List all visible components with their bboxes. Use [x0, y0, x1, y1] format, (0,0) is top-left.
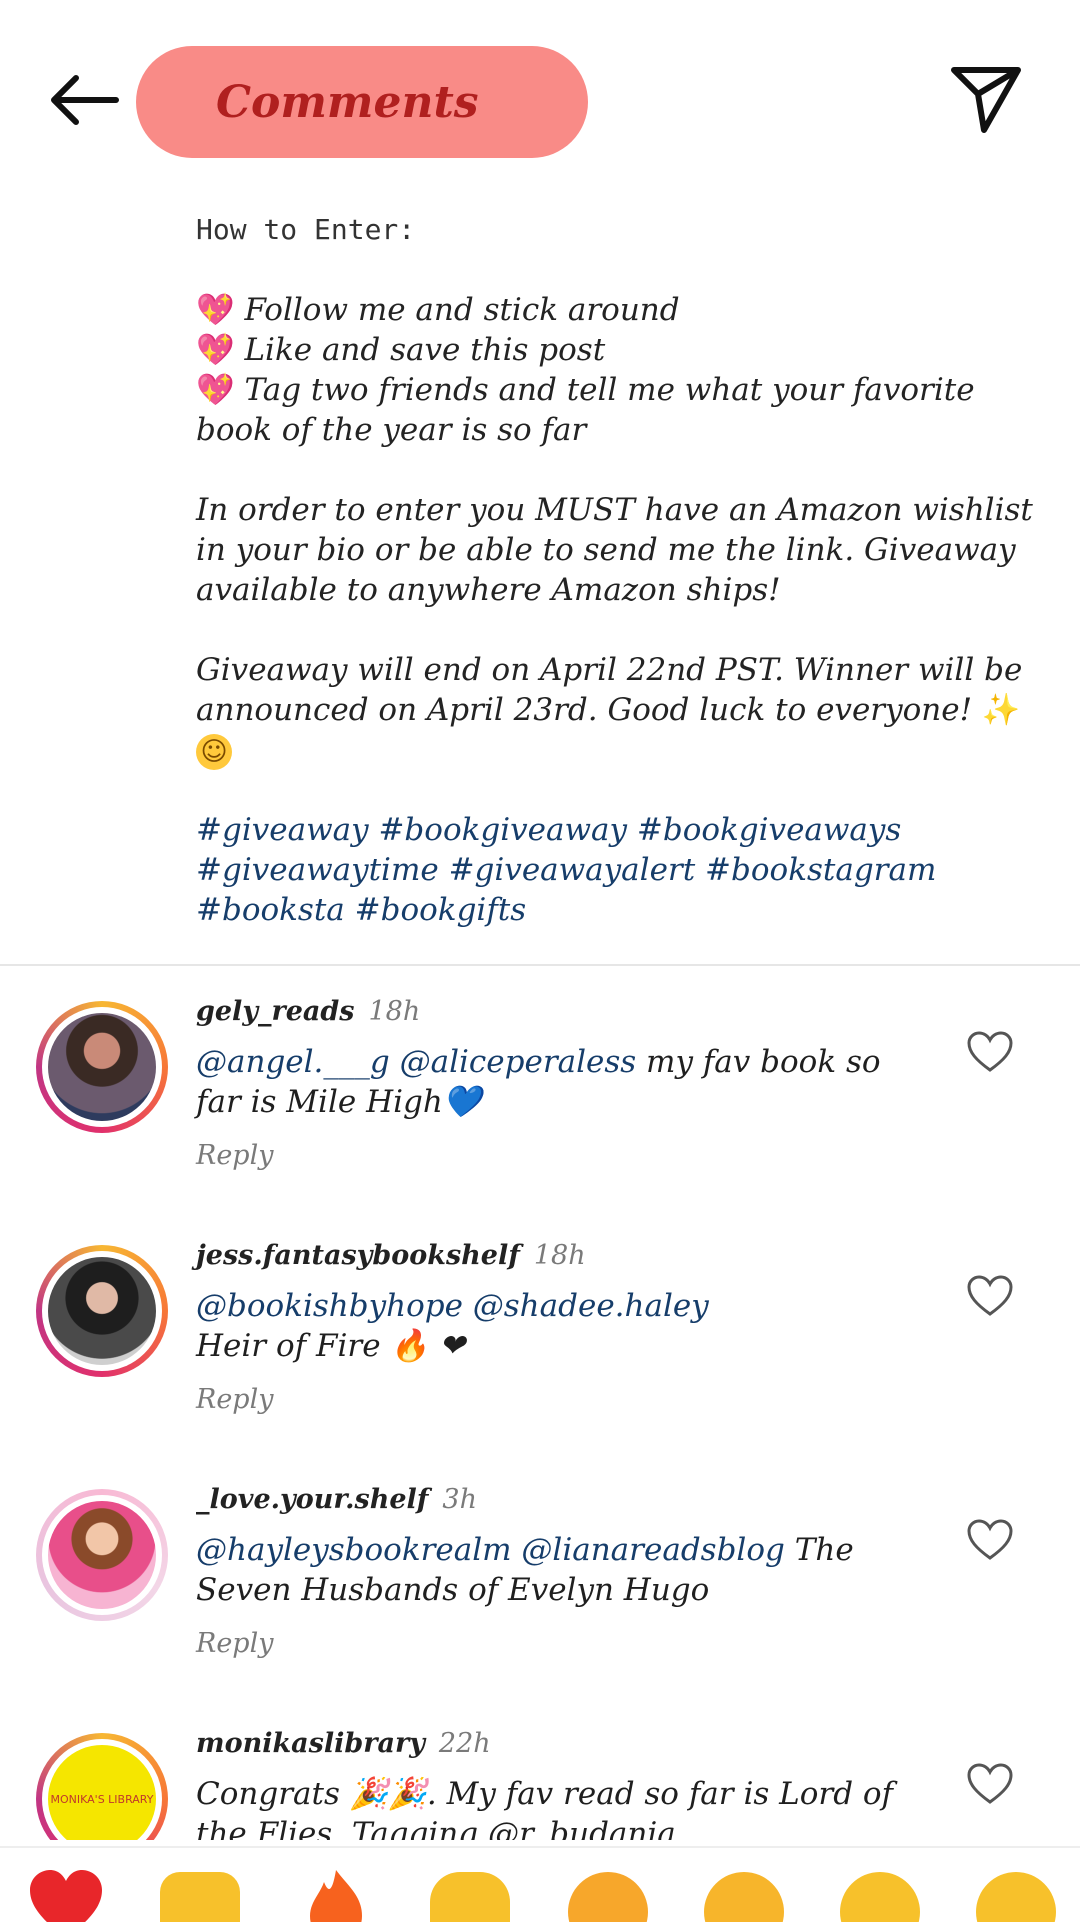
comment-mentions[interactable]: @bookishbyhope @shadee.haley	[196, 1288, 709, 1324]
comment-time: 22h	[438, 1728, 491, 1759]
comments-title-pill: Comments	[136, 46, 588, 158]
back-arrow-icon[interactable]	[46, 62, 122, 138]
reply-button[interactable]: Reply	[196, 1628, 273, 1659]
page-title: Comments	[216, 76, 479, 128]
smiling-face-icon: ☺	[196, 734, 232, 770]
avatar[interactable]	[36, 1245, 168, 1377]
reply-button[interactable]: Reply	[196, 1384, 273, 1415]
comment-text: @hayleysbookrealm @lianareadsblog The Se…	[196, 1532, 854, 1608]
send-icon[interactable]	[948, 60, 1024, 136]
caption-hashtags[interactable]: #giveaway #bookgiveaway #bookgiveaways #…	[196, 810, 1036, 930]
comment-mentions[interactable]: @hayleysbookrealm @lianareadsblog	[196, 1532, 785, 1568]
like-heart-icon[interactable]	[966, 1030, 1014, 1074]
reply-button[interactable]: Reply	[196, 1140, 273, 1171]
caption-paragraph: Giveaway will end on April 22nd PST. Win…	[196, 650, 1036, 770]
like-heart-icon[interactable]	[966, 1518, 1014, 1562]
avatar-logo-text: MONIKA'S LIBRARY	[48, 1745, 156, 1840]
caption-step: 💖 Tag two friends and tell me what your …	[196, 372, 975, 448]
comment-text: Congrats 🎉🎉. My fav read so far is Lord …	[196, 1776, 894, 1840]
like-heart-icon[interactable]	[966, 1274, 1014, 1318]
raising-hands-reaction-icon[interactable]	[160, 1872, 240, 1922]
comment-username[interactable]: gely_reads 18h	[196, 996, 420, 1027]
emoji-reaction-bar	[0, 1846, 1080, 1922]
crying-laughing-reaction-icon[interactable]	[976, 1872, 1056, 1922]
avatar[interactable]: MONIKA'S LIBRARY	[36, 1733, 168, 1840]
caption-heading: How to Enter:	[196, 213, 416, 246]
clapping-hands-reaction-icon[interactable]	[430, 1872, 510, 1922]
heart-reaction-icon[interactable]	[26, 1866, 106, 1922]
hushed-face-reaction-icon[interactable]	[568, 1872, 648, 1922]
caption-step: 💖 Like and save this post	[196, 332, 606, 368]
avatar[interactable]	[36, 1489, 168, 1621]
sparkling-heart-icon: 💖	[196, 372, 235, 408]
comment-text: @angel.___g @aliceperaless my fav book s…	[196, 1044, 881, 1120]
caption-step: 💖 Follow me and stick around	[196, 292, 680, 328]
heart-eyes-reaction-icon[interactable]	[704, 1872, 784, 1922]
like-heart-icon[interactable]	[966, 1762, 1014, 1806]
comment-text: @bookishbyhope @shadee.haley Heir of Fir…	[196, 1288, 709, 1364]
sparkles-icon: ✨	[981, 692, 1021, 728]
divider	[0, 964, 1080, 966]
comment-time: 18h	[368, 996, 421, 1027]
comment-time: 18h	[533, 1240, 586, 1271]
comment-username[interactable]: monikaslibrary 22h	[196, 1728, 491, 1759]
sparkling-heart-icon: 💖	[196, 292, 235, 328]
comment-username[interactable]: jess.fantasybookshelf 18h	[196, 1240, 586, 1271]
sparkling-heart-icon: 💖	[196, 332, 235, 368]
comment-time: 3h	[442, 1484, 477, 1515]
comment-item: MONIKA'S LIBRARY monikaslibrary 22h Congr…	[0, 1728, 1080, 1840]
fire-reaction-icon[interactable]	[296, 1866, 376, 1922]
comment-username[interactable]: _love.your.shelf 3h	[196, 1484, 477, 1515]
header-bar: Comments	[0, 0, 1080, 190]
comment-mentions[interactable]: @angel.___g @aliceperaless	[196, 1044, 636, 1080]
caption-paragraph: In order to enter you MUST have an Amazo…	[196, 492, 1033, 608]
neutral-face-reaction-icon[interactable]	[840, 1872, 920, 1922]
avatar[interactable]	[36, 1001, 168, 1133]
post-caption: How to Enter: 💖 Follow me and stick arou…	[196, 210, 1036, 930]
